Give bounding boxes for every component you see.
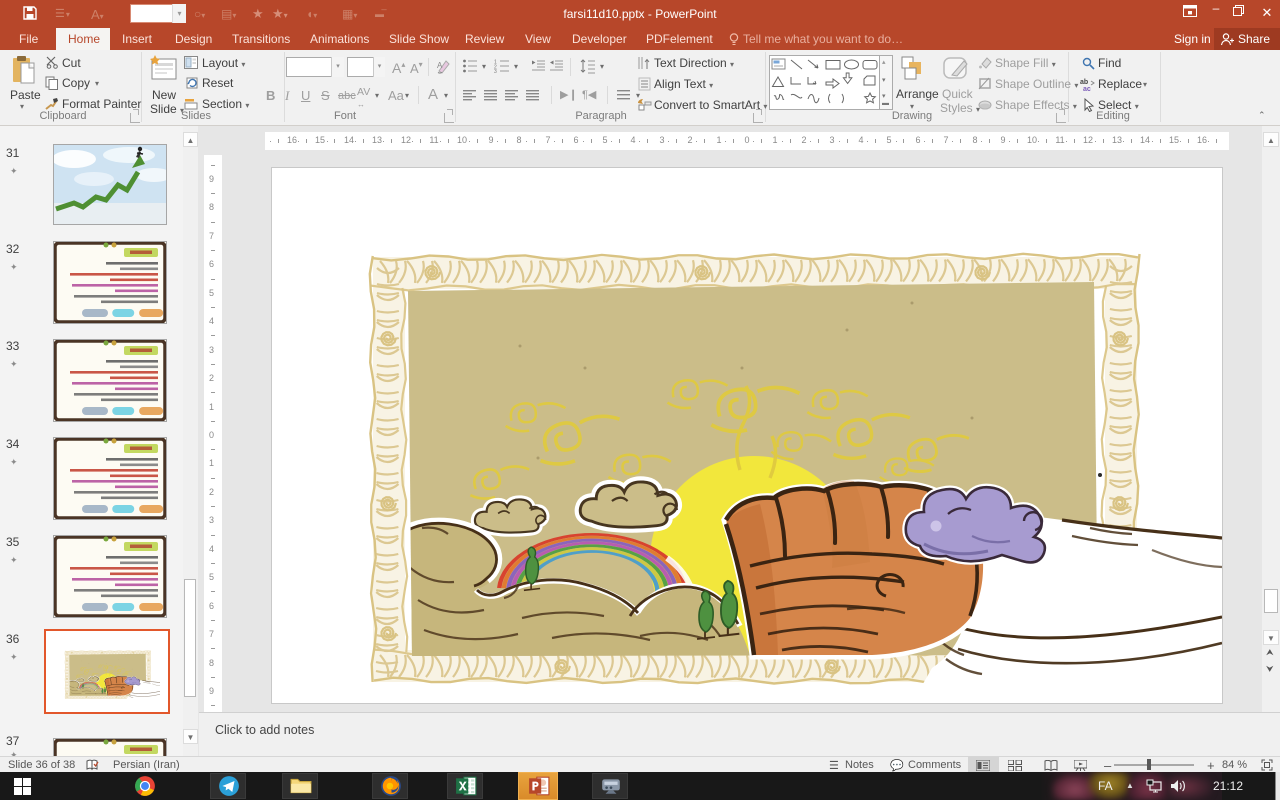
svg-text:ac: ac bbox=[1083, 86, 1091, 91]
svg-text:ab: ab bbox=[1080, 79, 1088, 86]
svg-text:3: 3 bbox=[494, 69, 497, 73]
svg-text:A: A bbox=[437, 61, 443, 70]
